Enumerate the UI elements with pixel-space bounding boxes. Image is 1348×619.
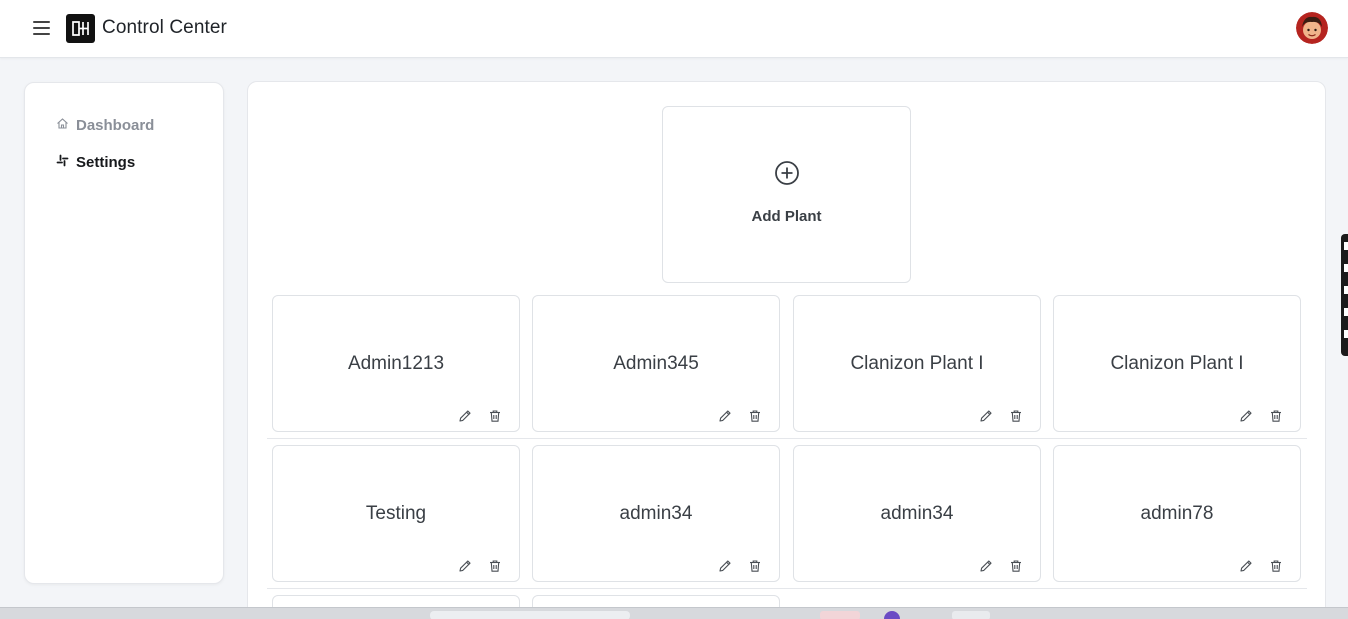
main-panel: Add Plant Admin1213 Admin345 Clanizon Plan… xyxy=(247,81,1326,619)
trash-icon[interactable] xyxy=(1268,558,1284,574)
pencil-icon[interactable] xyxy=(1238,558,1254,574)
trash-icon[interactable] xyxy=(747,408,763,424)
floating-side-toolbar[interactable] xyxy=(1341,234,1348,356)
row-divider xyxy=(267,588,1307,589)
os-taskbar xyxy=(0,607,1348,619)
pencil-icon[interactable] xyxy=(1238,408,1254,424)
plant-name: Admin1213 xyxy=(347,353,445,374)
sidebar-item-settings[interactable]: Settings xyxy=(56,154,135,171)
plant-card[interactable]: admin34 xyxy=(793,445,1041,582)
trash-icon[interactable] xyxy=(1008,408,1024,424)
settings-grid-icon xyxy=(56,154,69,171)
sidebar: Dashboard Settings xyxy=(24,82,224,584)
plant-card[interactable]: admin78 xyxy=(1053,445,1301,582)
plant-card[interactable]: Clanizon Plant I xyxy=(1053,295,1301,432)
plant-card[interactable]: Testing xyxy=(272,445,520,582)
taskbar-search[interactable] xyxy=(430,611,630,619)
plant-name: Admin345 xyxy=(613,353,699,374)
pencil-icon[interactable] xyxy=(717,558,733,574)
trash-icon[interactable] xyxy=(747,558,763,574)
trash-icon[interactable] xyxy=(1008,558,1024,574)
pencil-icon[interactable] xyxy=(457,408,473,424)
plant-card[interactable]: admin34 xyxy=(532,445,780,582)
add-plant-label: Add Plant xyxy=(751,208,822,225)
trash-icon[interactable] xyxy=(487,558,503,574)
plant-card[interactable]: Admin1213 xyxy=(272,295,520,432)
taskbar-app-icon[interactable] xyxy=(820,611,860,619)
trash-icon[interactable] xyxy=(1268,408,1284,424)
hamburger-menu-icon[interactable] xyxy=(31,18,53,38)
plus-circle-icon xyxy=(774,160,800,186)
plant-name: admin34 xyxy=(880,503,954,524)
add-plant-card[interactable]: Add Plant xyxy=(662,106,911,283)
app-title: Control Center xyxy=(102,17,227,38)
plant-name: admin34 xyxy=(619,503,693,524)
taskbar-app-icon[interactable] xyxy=(884,611,900,619)
plant-name: Clanizon Plant I xyxy=(850,353,984,374)
row-divider xyxy=(267,438,1307,439)
pencil-icon[interactable] xyxy=(457,558,473,574)
pencil-icon[interactable] xyxy=(717,408,733,424)
taskbar-app-icon[interactable] xyxy=(952,611,990,619)
user-avatar[interactable] xyxy=(1296,12,1328,44)
plant-name: Testing xyxy=(365,503,427,524)
sidebar-item-label: Dashboard xyxy=(76,117,155,134)
brand-logo-icon xyxy=(66,14,95,43)
sidebar-item-label: Settings xyxy=(76,154,136,171)
plant-name: Clanizon Plant I xyxy=(1110,353,1244,374)
pencil-icon[interactable] xyxy=(978,408,994,424)
pencil-icon[interactable] xyxy=(978,558,994,574)
trash-icon[interactable] xyxy=(487,408,503,424)
sidebar-item-dashboard[interactable]: Dashboard xyxy=(56,117,154,134)
top-bar: Control Center xyxy=(0,0,1348,58)
plant-name: admin78 xyxy=(1140,503,1214,524)
home-icon xyxy=(56,117,69,134)
plant-card[interactable]: Admin345 xyxy=(532,295,780,432)
plant-card[interactable]: Clanizon Plant I xyxy=(793,295,1041,432)
